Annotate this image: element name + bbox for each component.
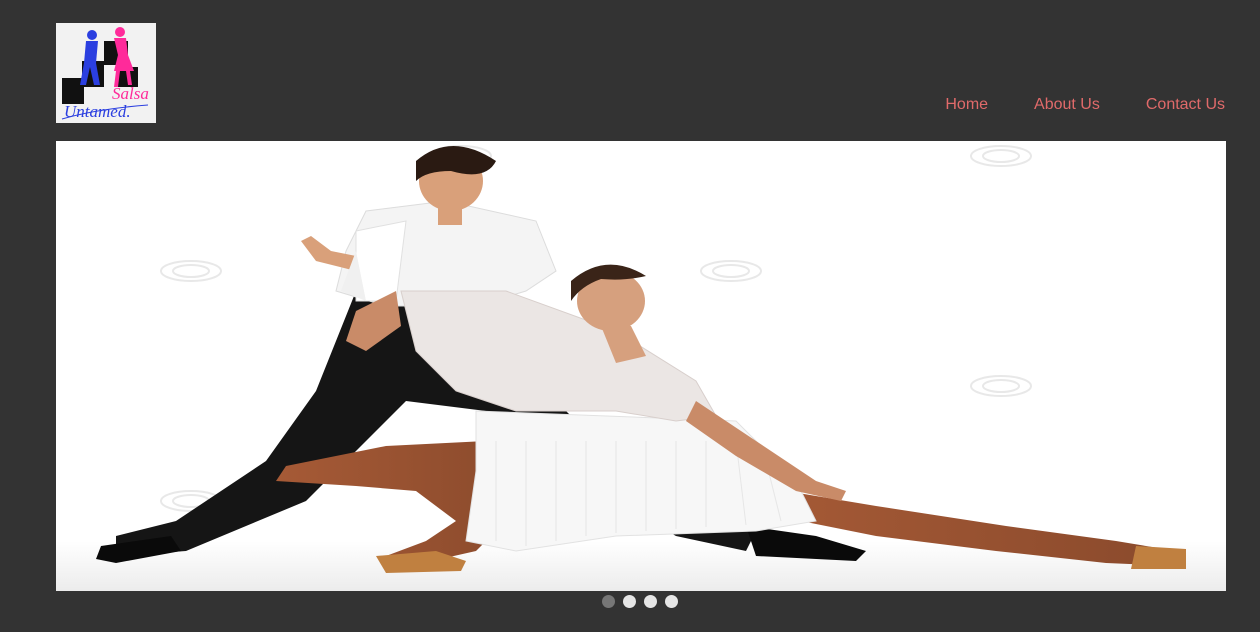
nav-link-about-us[interactable]: About Us	[1034, 95, 1100, 115]
logo-text-salsa: Salsa	[112, 84, 149, 103]
logo-graphic: Salsa Untamed.	[56, 23, 156, 123]
hero-slider[interactable]	[56, 141, 1226, 591]
main-nav: Home About Us Contact Us	[899, 95, 1225, 115]
page: Salsa Untamed. Home About Us Contact Us	[0, 0, 1260, 632]
nav-link-home[interactable]: Home	[945, 95, 988, 115]
salsa-dancers-image	[56, 141, 1226, 591]
slider-dot-4[interactable]	[665, 595, 678, 608]
site-logo[interactable]: Salsa Untamed.	[56, 23, 156, 123]
slider-pagination	[602, 595, 678, 608]
slider-dot-2[interactable]	[623, 595, 636, 608]
slider-dot-1[interactable]	[602, 595, 615, 608]
nav-link-contact-us[interactable]: Contact Us	[1146, 95, 1225, 115]
slider-dot-3[interactable]	[644, 595, 657, 608]
